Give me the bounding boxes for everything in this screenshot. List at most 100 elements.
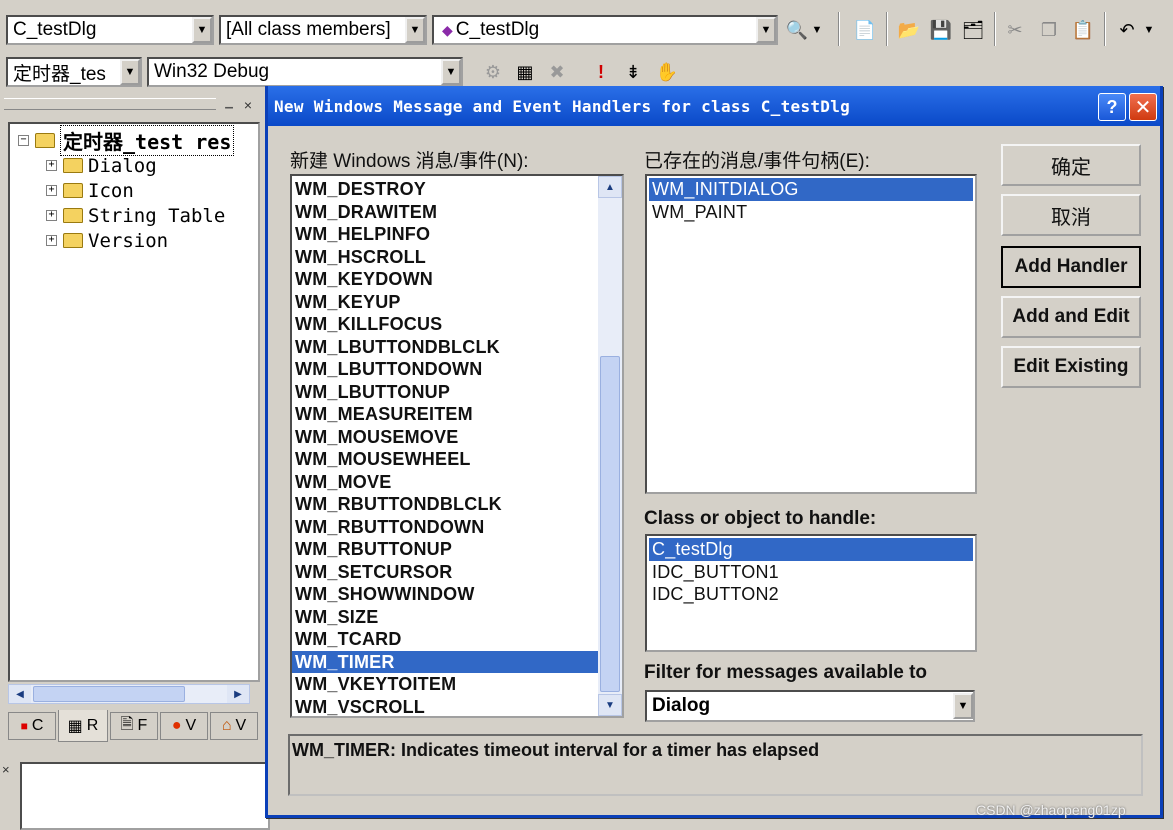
add-handler-button[interactable]: Add Handler [1001,246,1141,288]
tab-view-5[interactable]: ⌂ V [210,712,258,740]
paste-icon[interactable]: 📋 [1068,15,1098,45]
messages-vscrollbar[interactable]: ▲ ▼ [598,176,622,716]
chevron-down-icon[interactable]: ▼ [756,17,776,43]
tree-hscrollbar[interactable]: ◀ ▶ [8,684,250,704]
message-item[interactable]: WM_MOUSEMOVE [292,426,598,449]
scroll-thumb[interactable] [33,686,185,702]
message-item[interactable]: WM_HELPINFO [292,223,598,246]
go-debug-icon[interactable]: ⇟ [618,57,648,87]
message-item[interactable]: WM_RBUTTONDBLCLK [292,493,598,516]
expand-icon[interactable]: + [46,210,57,221]
class-object-list[interactable]: C_testDlg IDC_BUTTON1 IDC_BUTTON2 [645,534,977,652]
scroll-thumb[interactable] [600,356,620,692]
message-item[interactable]: WM_SIZE [292,606,598,629]
message-item[interactable]: WM_RBUTTONDOWN [292,516,598,539]
collapse-icon[interactable]: − [18,135,29,146]
chevron-down-icon[interactable]: ▼ [120,59,140,85]
breakpoint-hand-icon[interactable]: ✋ [652,57,682,87]
tab-classview[interactable]: ■ C [8,712,56,740]
member-diamond-icon: ◆ [442,21,453,38]
cut-icon[interactable]: ✂ [1000,15,1030,45]
help-button[interactable]: ? [1098,93,1126,121]
class-object-item[interactable]: IDC_BUTTON1 [649,561,973,584]
function-combo[interactable]: ◆ C_testDlg ▼ [432,15,778,45]
dialog-titlebar[interactable]: New Windows Message and Event Handlers f… [268,86,1160,126]
message-item[interactable]: WM_KEYDOWN [292,268,598,291]
scroll-left-arrow-icon[interactable]: ◀ [9,685,31,703]
message-item[interactable]: WM_RBUTTONUP [292,538,598,561]
tree-item-version[interactable]: + Version [46,228,168,253]
execute-icon[interactable]: ! [586,57,616,87]
chevron-down-icon[interactable]: ▼ [192,17,212,43]
message-item[interactable]: WM_LBUTTONDOWN [292,358,598,381]
handler-item[interactable]: WM_INITDIALOG [649,178,973,201]
message-item[interactable]: WM_HSCROLL [292,246,598,269]
handler-item[interactable]: WM_PAINT [649,201,973,224]
save-all-icon[interactable]: 🗂 [958,15,988,45]
ok-button[interactable]: 确定 [1001,144,1141,186]
watermark: CSDN @zhaopeng01zp [976,802,1126,818]
tab-fileview[interactable]: 🗎 F [110,712,158,740]
tab-resourceview[interactable]: ▦ R [58,710,108,742]
scroll-right-arrow-icon[interactable]: ▶ [227,685,249,703]
members-combo-value: [All class members] [226,19,391,40]
output-pane[interactable] [20,762,270,830]
resource-tree[interactable]: − 定时器_test res + Dialog + Icon + String … [8,122,260,682]
class-object-item[interactable]: C_testDlg [649,538,973,561]
message-item[interactable]: WM_VKEYTOITEM [292,673,598,696]
message-item[interactable]: WM_MOUSEWHEEL [292,448,598,471]
add-and-edit-button[interactable]: Add and Edit [1001,296,1141,338]
existing-handlers-list[interactable]: WM_INITDIALOG WM_PAINT [645,174,977,494]
message-item[interactable]: WM_TCARD [292,628,598,651]
close-button[interactable]: ✕ [1129,93,1157,121]
undo-icon[interactable]: ↶ [1112,15,1142,45]
scroll-down-arrow-icon[interactable]: ▼ [598,694,622,716]
message-item[interactable]: WM_KILLFOCUS [292,313,598,336]
class-combo[interactable]: C_testDlg ▼ [6,15,214,45]
tree-root[interactable]: − 定时器_test res [18,125,235,156]
output-close-icon[interactable]: × [2,762,16,777]
chevron-down-icon[interactable]: ▼ [953,693,973,719]
scroll-up-arrow-icon[interactable]: ▲ [598,176,622,198]
message-item[interactable]: WM_VSCROLL [292,696,598,717]
chevron-down-icon[interactable]: ▼ [405,17,425,43]
message-item[interactable]: WM_LBUTTONUP [292,381,598,404]
project-combo[interactable]: 定时器_tes ▼ [6,57,142,87]
edit-existing-button[interactable]: Edit Existing [1001,346,1141,388]
tree-item-icon[interactable]: + Icon [46,178,134,203]
tab-label: V [235,717,247,734]
build-icon[interactable]: ▦ [510,57,540,87]
new-text-file-icon[interactable]: 📄 [850,15,880,45]
class-object-item[interactable]: IDC_BUTTON2 [649,583,973,606]
expand-icon[interactable]: + [46,235,57,246]
dropdown-arrow-icon[interactable]: ▼ [1140,15,1158,45]
message-item[interactable]: WM_SHOWWINDOW [292,583,598,606]
message-item[interactable]: WM_LBUTTONDBLCLK [292,336,598,359]
workspace-minimize-icon[interactable]: ▁ [222,98,236,112]
message-item[interactable]: WM_SETCURSOR [292,561,598,584]
stop-build-icon[interactable]: ✖ [542,57,572,87]
cancel-button[interactable]: 取消 [1001,194,1141,236]
tree-item-dialog[interactable]: + Dialog [46,153,157,178]
message-item[interactable]: WM_MOVE [292,471,598,494]
expand-icon[interactable]: + [46,160,57,171]
expand-icon[interactable]: + [46,185,57,196]
save-icon[interactable]: 💾 [926,15,956,45]
message-item[interactable]: WM_TIMER [292,650,598,673]
copy-icon[interactable]: ❐ [1034,15,1064,45]
tab-view-4[interactable]: ● V [160,712,208,740]
config-combo[interactable]: Win32 Debug ▼ [147,57,463,87]
message-item[interactable]: WM_DESTROY [292,178,598,201]
open-folder-icon[interactable]: 📂 [894,15,924,45]
message-item[interactable]: WM_DRAWITEM [292,201,598,224]
message-item[interactable]: WM_KEYUP [292,291,598,314]
members-combo[interactable]: [All class members] ▼ [219,15,427,45]
message-item[interactable]: WM_MEASUREITEM [292,403,598,426]
chevron-down-icon[interactable]: ▼ [441,59,461,85]
new-messages-list[interactable]: WM_DESTROY WM_DRAWITEM WM_HELPINFO WM_HSCRO… [290,174,624,718]
tree-item-string-table[interactable]: + String Table [46,203,225,228]
workspace-close-icon[interactable]: × [240,97,256,113]
compile-icon[interactable]: ⚙ [478,57,508,87]
filter-combo[interactable]: Dialog ▼ [645,690,975,722]
dropdown-arrow-icon[interactable]: ▼ [808,15,826,45]
